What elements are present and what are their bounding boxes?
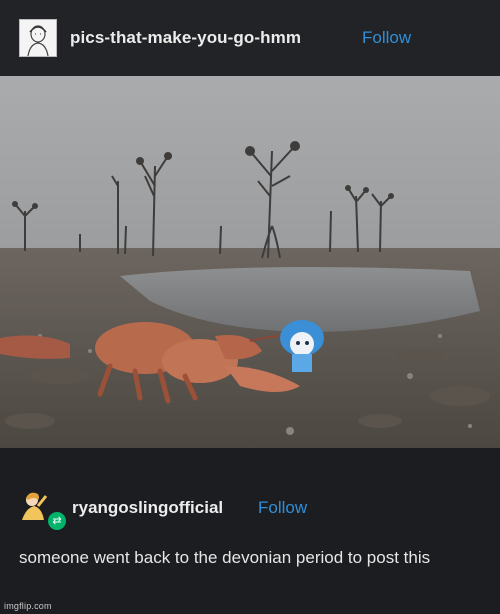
imgflip-watermark: imgflip.com (4, 601, 52, 611)
devonian-landscape-image (0, 76, 500, 448)
reply-username[interactable]: ryangoslingofficial (72, 498, 223, 518)
follow-button[interactable]: Follow (362, 28, 411, 48)
post-username[interactable]: pics-that-make-you-go-hmm (70, 28, 301, 48)
reblog-icon: ⇄ (46, 510, 68, 532)
post-header: pics-that-make-you-go-hmm Follow (0, 0, 500, 76)
sketch-portrait-avatar-icon[interactable] (19, 19, 57, 57)
post-photo (0, 76, 500, 448)
reply-follow-button[interactable]: Follow (258, 498, 307, 518)
tumblr-post: pics-that-make-you-go-hmm Follow ⇄ ryang… (0, 0, 500, 614)
reply-section (0, 448, 500, 614)
anime-character-avatar-icon[interactable] (18, 490, 50, 522)
reply-text: someone went back to the devonian period… (19, 548, 431, 567)
